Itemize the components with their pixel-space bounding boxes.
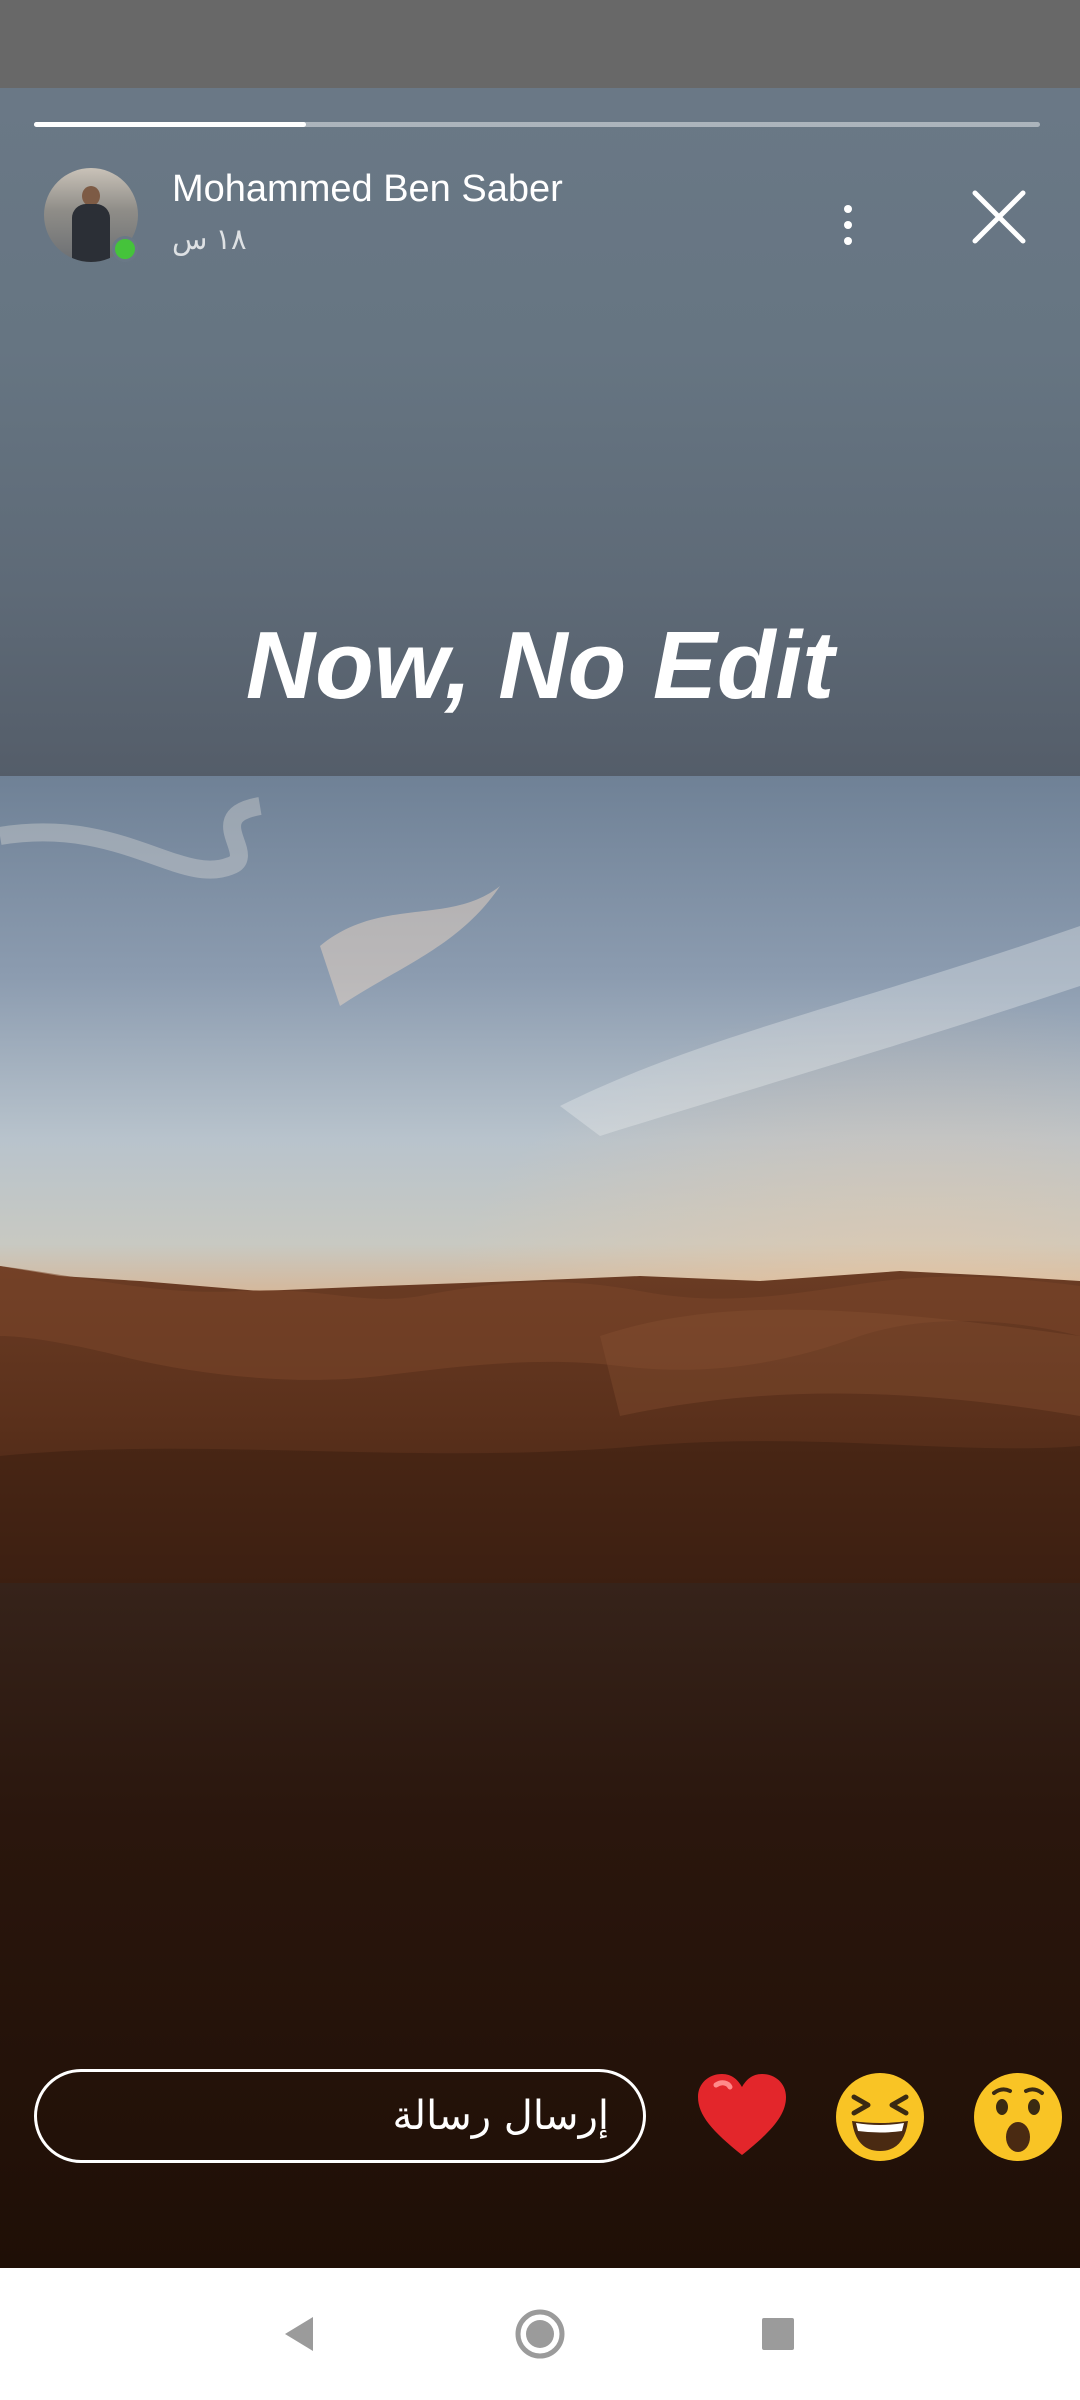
- avatar-body: [72, 204, 110, 262]
- desert-landscape-image: [0, 776, 1080, 1583]
- back-triangle-icon: [285, 2317, 313, 2351]
- story-progress-fill: [34, 122, 306, 127]
- heart-emoji-icon: [698, 2074, 786, 2155]
- online-status-dot: [112, 236, 138, 262]
- story-viewer[interactable]: Mohammed Ben Saber ١٨ س Now, No Edit: [0, 88, 1080, 2268]
- heart-reaction-button[interactable]: [692, 2067, 792, 2167]
- laughing-emoji-icon: [836, 2073, 924, 2161]
- navigation-bar: [0, 2268, 1080, 2400]
- home-circle-icon: [515, 2309, 565, 2359]
- more-options-button[interactable]: [822, 188, 874, 262]
- more-dot-icon: [844, 237, 852, 245]
- more-dot-icon: [844, 205, 852, 213]
- author-name[interactable]: Mohammed Ben Saber: [172, 168, 563, 211]
- send-message-input[interactable]: [34, 2069, 646, 2163]
- close-icon: [972, 190, 1026, 244]
- recents-square-icon: [762, 2318, 794, 2350]
- surprised-emoji-icon: [974, 2073, 1062, 2161]
- laughing-reaction-button[interactable]: [830, 2067, 930, 2167]
- avatar-head: [82, 186, 100, 206]
- story-photo-desert-sunset: [0, 776, 1080, 1583]
- status-bar: [0, 0, 1080, 88]
- story-progress-bar: [34, 122, 1040, 127]
- more-dot-icon: [844, 221, 852, 229]
- surprised-reaction-button[interactable]: [968, 2067, 1068, 2167]
- home-button[interactable]: [502, 2296, 578, 2372]
- story-caption: Now, No Edit: [245, 612, 835, 719]
- recents-button[interactable]: [740, 2296, 816, 2372]
- close-button[interactable]: [966, 184, 1032, 250]
- reply-bar: [0, 2045, 1080, 2185]
- story-time: ١٨ س: [172, 224, 247, 256]
- back-button[interactable]: [262, 2296, 338, 2372]
